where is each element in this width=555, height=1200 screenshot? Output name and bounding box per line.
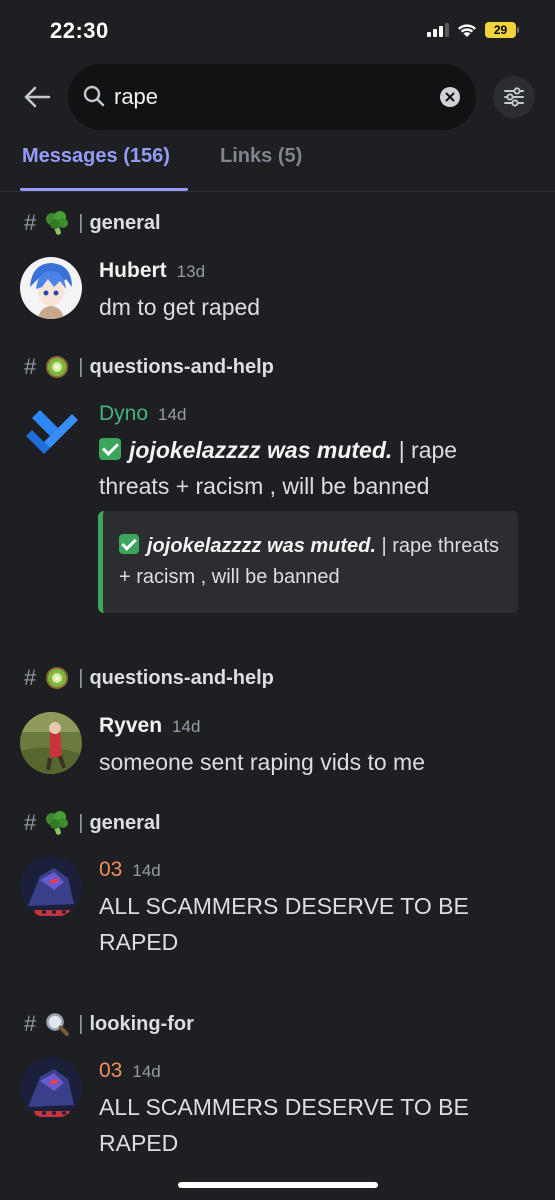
channel-name: general	[89, 211, 161, 234]
search-input[interactable]	[114, 80, 414, 114]
message-text: dm to get raped	[99, 294, 261, 320]
author-name[interactable]: 03	[99, 1059, 122, 1083]
search-box[interactable]	[68, 64, 476, 130]
cellular-signal-icon	[427, 23, 449, 37]
author-name[interactable]: Hubert	[99, 259, 167, 283]
timestamp: 14d	[172, 717, 201, 736]
timestamp: 14d	[132, 1062, 161, 1081]
tab-messages[interactable]: Messages (156)	[22, 145, 170, 168]
timestamp: 13d	[176, 262, 206, 281]
mecha-avatar-icon	[20, 856, 82, 918]
channel-hash: #	[24, 210, 37, 235]
kiwi-icon	[46, 356, 69, 378]
tab-messages-count: (156)	[123, 145, 170, 167]
channel-header[interactable]: # | general	[24, 808, 161, 838]
filter-button[interactable]	[493, 76, 535, 118]
magnifying-glass-icon	[46, 1013, 70, 1036]
channel-header[interactable]: # | looking-for	[24, 1009, 194, 1039]
message-embed: jojokelazzzz was muted. | rape threats +…	[98, 511, 518, 613]
channel-separator: |	[78, 1012, 84, 1035]
message-text: someone sent raping vids to me	[99, 749, 426, 775]
status-time: 22:30	[50, 18, 109, 43]
back-button[interactable]	[20, 80, 54, 114]
author-name[interactable]: Ryven	[99, 714, 162, 738]
channel-header[interactable]: # | general	[24, 208, 161, 238]
home-indicator[interactable]	[178, 1182, 378, 1188]
active-tab-indicator	[20, 188, 188, 191]
channel-hash: #	[24, 1011, 37, 1036]
anime-avatar-icon	[20, 257, 82, 319]
channel-name: questions-and-help	[89, 666, 274, 689]
tab-links[interactable]: Links (5)	[220, 145, 302, 168]
channel-name: questions-and-help	[89, 355, 274, 378]
avatar[interactable]	[20, 400, 82, 462]
broccoli-icon	[46, 811, 69, 835]
kiwi-icon	[46, 667, 69, 689]
timestamp: 14d	[158, 405, 187, 424]
arrow-left-icon	[24, 86, 51, 108]
tab-links-count: (5)	[277, 145, 303, 167]
avatar[interactable]	[20, 257, 82, 319]
channel-separator: |	[78, 666, 84, 689]
status-icons: 29	[427, 22, 519, 38]
channel-separator: |	[78, 355, 84, 378]
broccoli-icon	[46, 211, 69, 235]
battery-icon: 29	[485, 22, 519, 38]
search-icon	[83, 85, 105, 107]
mecha-avatar-icon	[20, 1057, 82, 1119]
avatar[interactable]	[20, 856, 82, 918]
avatar[interactable]	[20, 1057, 82, 1119]
channel-hash: #	[24, 665, 37, 690]
channel-separator: |	[78, 811, 84, 834]
message-bold-text: jojokelazzzz was muted.	[129, 437, 393, 463]
dyno-logo-icon	[26, 410, 78, 454]
search-row	[0, 62, 555, 132]
message-text: ALL SCAMMERS DESERVE TO BE RAPED	[99, 893, 469, 955]
author-name[interactable]: 03	[99, 858, 122, 882]
channel-header[interactable]: # | questions-and-help	[24, 352, 274, 382]
channel-separator: |	[78, 211, 84, 234]
channel-name: general	[89, 811, 161, 834]
close-icon	[445, 92, 455, 102]
timestamp: 14d	[132, 861, 161, 880]
channel-hash: #	[24, 810, 37, 835]
avatar[interactable]	[20, 712, 82, 774]
message-text: jojokelazzzz was muted. | rape threats +…	[99, 432, 519, 504]
check-mark-icon	[99, 438, 121, 460]
channel-header[interactable]: # | questions-and-help	[24, 663, 274, 693]
channel-name: looking-for	[89, 1012, 194, 1035]
check-mark-icon	[119, 534, 139, 554]
channel-hash: #	[24, 354, 37, 379]
message-text: ALL SCAMMERS DESERVE TO BE RAPED	[99, 1094, 469, 1156]
author-name[interactable]: Dyno	[99, 402, 148, 426]
sliders-icon	[504, 87, 524, 107]
tab-links-label: Links	[220, 145, 273, 167]
status-bar: 22:30 29	[0, 0, 555, 62]
search-tabs: Messages (156) Links (5)	[0, 135, 555, 192]
tab-messages-label: Messages	[22, 145, 118, 167]
outdoor-character-avatar-icon	[20, 712, 82, 774]
wifi-icon	[458, 23, 476, 37]
battery-level: 29	[485, 22, 516, 38]
clear-search-button[interactable]	[440, 87, 460, 107]
embed-bold-text: jojokelazzzz was muted.	[147, 535, 376, 557]
